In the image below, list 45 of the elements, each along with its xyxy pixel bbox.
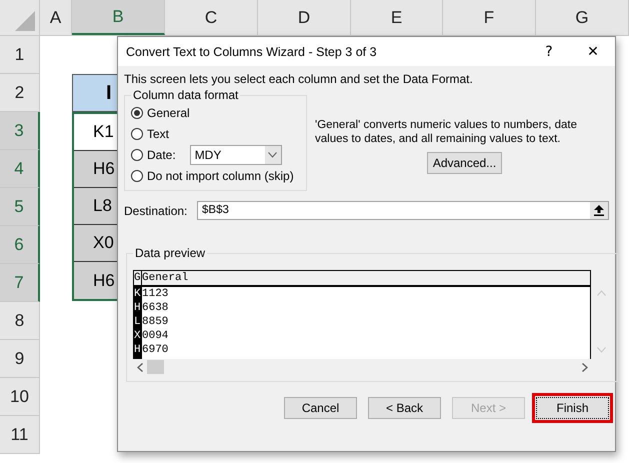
column-header[interactable]: D [258,0,351,35]
row-header[interactable]: 5 [0,188,40,226]
row-header[interactable]: 3 [0,112,40,150]
preview-cell: H [134,301,141,315]
radio-button[interactable] [131,106,143,118]
preview-cell: X [134,329,141,343]
format-description: 'General' converts numeric values to numbers, date values to dates, and all remaining values to text. [315,118,578,146]
radio-button[interactable] [131,170,143,182]
date-dropdown[interactable]: MDY [190,144,282,164]
column-header[interactable]: F [443,0,536,35]
radio-button[interactable] [131,148,143,160]
row-header[interactable]: 9 [0,340,40,378]
preview-column-header[interactable]: General [142,270,590,287]
close-button[interactable]: ✕ [571,37,615,66]
scroll-thumb[interactable] [147,360,164,374]
preview-cell-text: 6970 [142,343,170,357]
row-header[interactable]: 8 [0,302,40,340]
row-header[interactable]: 7 [0,264,40,302]
row-header[interactable]: 4 [0,150,40,188]
help-button[interactable]: ? [527,37,571,66]
scroll-right-icon[interactable] [582,362,588,372]
collapse-icon[interactable] [594,205,604,216]
scroll-left-icon[interactable] [137,362,143,372]
preview-cell: L [134,315,141,329]
column-header[interactable]: C [165,0,258,35]
row-header[interactable]: 6 [0,226,40,264]
dialog-button[interactable]: Cancel [284,397,357,419]
dialog-button[interactable]: < Back [368,397,441,419]
preview-cell: H [134,343,141,357]
radio-button[interactable] [131,128,143,140]
column-header[interactable]: G [536,0,629,35]
chevron-down-icon [268,152,278,158]
row-header[interactable]: 1 [0,36,40,74]
preview-cell-text: 6638 [142,301,170,315]
preview-cell: K [134,287,141,301]
destination-field[interactable]: $B$3 [197,201,609,220]
preview-cell-text: 8859 [142,315,170,329]
row-header[interactable]: 11 [0,416,40,454]
advanced-button[interactable]: Advanced... [427,152,502,174]
row-header[interactable]: 10 [0,378,40,416]
column-header[interactable]: B [72,0,165,35]
column-header[interactable]: E [351,0,443,35]
preview-cell-text: 0094 [142,329,170,343]
dialog-title: Convert Text to Columns Wizard - Step 3 of 3 [126,44,378,58]
preview-column-header[interactable]: G [134,270,141,287]
